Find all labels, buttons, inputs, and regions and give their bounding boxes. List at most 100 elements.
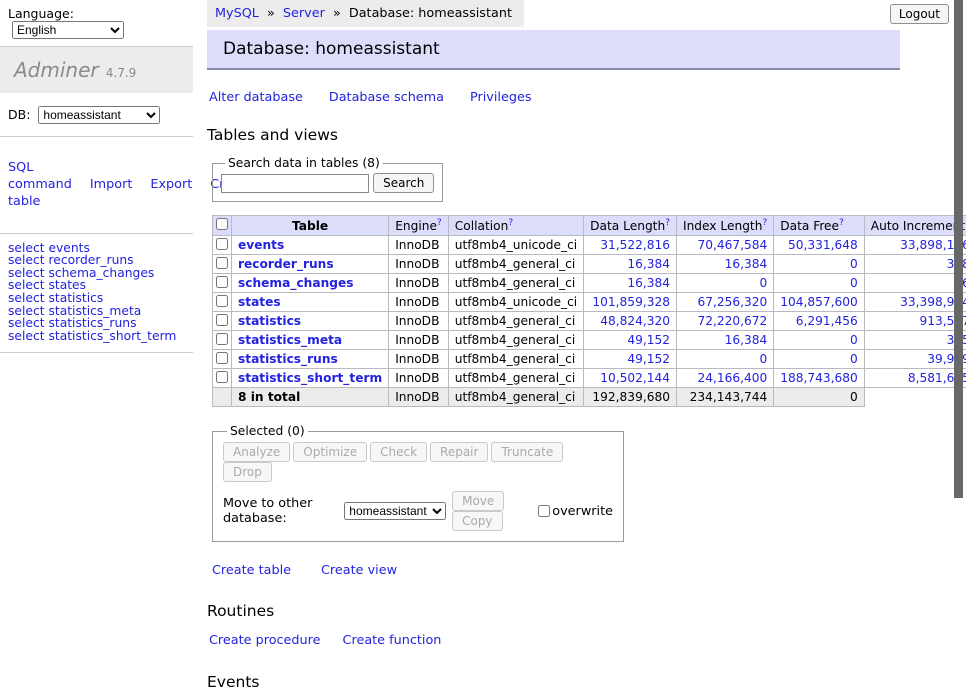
- data-length-link[interactable]: 48,824,320: [600, 314, 670, 328]
- breadcrumb-link-mysql[interactable]: MySQL: [215, 6, 259, 21]
- index-length-link[interactable]: 0: [759, 276, 767, 290]
- index-length-link[interactable]: 16,384: [725, 333, 768, 347]
- row-checkbox-schema-changes[interactable]: [216, 276, 228, 288]
- help-link[interactable]: ?: [762, 218, 767, 228]
- overwrite-checkbox[interactable]: [538, 505, 550, 517]
- table-name-link-schema-changes[interactable]: schema_changes: [238, 276, 353, 290]
- collation-cell: utf8mb4_general_ci: [448, 274, 583, 293]
- analyze-button: Analyze: [223, 442, 290, 462]
- data-free-link[interactable]: 0: [850, 333, 858, 347]
- collation-cell: utf8mb4_unicode_ci: [448, 293, 583, 312]
- table-name-link-statistics-meta[interactable]: statistics_meta: [238, 333, 342, 347]
- index-length-cell: 16,384: [676, 255, 773, 274]
- table-total-row: 8 in totalInnoDButf8mb4_general_ci192,83…: [213, 388, 966, 407]
- data-length-link[interactable]: 101,859,328: [592, 295, 670, 309]
- column-header-engine: Engine?: [389, 216, 449, 236]
- auto-increment-cell: 378: [864, 255, 966, 274]
- data-free-link[interactable]: 188,743,680: [780, 371, 858, 385]
- data-free-link[interactable]: 50,331,648: [788, 238, 858, 252]
- index-length-link[interactable]: 67,256,320: [697, 295, 767, 309]
- create-table-link[interactable]: Create table: [212, 563, 291, 578]
- table-row-recorder-runs: recorder_runsInnoDButf8mb4_general_ci16,…: [213, 255, 966, 274]
- row-checkbox-cell: [213, 236, 232, 255]
- sidebar-table-link-statistics-short-term[interactable]: statistics_short_term: [48, 329, 176, 343]
- sidebar-action-export[interactable]: Export: [150, 177, 192, 192]
- data-length-link[interactable]: 16,384: [627, 276, 670, 290]
- help-link[interactable]: ?: [508, 218, 513, 228]
- language-select[interactable]: English: [12, 21, 124, 39]
- index-length-link[interactable]: 24,166,400: [697, 371, 767, 385]
- db-select[interactable]: homeassistant: [38, 106, 160, 124]
- column-header-table: Table: [232, 216, 389, 236]
- select-all-header-cell: [213, 216, 232, 236]
- row-checkbox-statistics-short-term[interactable]: [216, 371, 228, 383]
- database-schema-link[interactable]: Database schema: [329, 90, 444, 105]
- index-length-link[interactable]: 0: [759, 352, 767, 366]
- logout-button[interactable]: Logout: [890, 4, 949, 24]
- row-checkbox-events[interactable]: [216, 238, 228, 250]
- data-free-link[interactable]: 0: [850, 276, 858, 290]
- create-function-link[interactable]: Create function: [343, 633, 442, 648]
- sidebar-select-link-statistics-short-term[interactable]: select: [8, 329, 45, 343]
- help-link[interactable]: ?: [839, 218, 844, 228]
- table-name-link-statistics-short-term[interactable]: statistics_short_term: [238, 371, 382, 385]
- row-checkbox-statistics[interactable]: [216, 314, 228, 326]
- index-length-cell: 0: [676, 350, 773, 369]
- page-title: Database: homeassistant: [207, 30, 900, 70]
- create-view-link[interactable]: Create view: [321, 563, 397, 578]
- breadcrumb-link-server[interactable]: Server: [283, 6, 325, 21]
- adminer-logo[interactable]: Adminer: [14, 58, 99, 82]
- auto-increment-cell: 39,999: [864, 350, 966, 369]
- data-free-link[interactable]: 0: [850, 257, 858, 271]
- data-free-link[interactable]: 104,857,600: [780, 295, 858, 309]
- data-length-link[interactable]: 10,502,144: [600, 371, 670, 385]
- table-row-statistics-short-term: statistics_short_termInnoDButf8mb4_gener…: [213, 369, 966, 388]
- scrollbar-thumb[interactable]: [954, 0, 963, 498]
- data-length-link[interactable]: 49,152: [627, 333, 670, 347]
- index-length-cell: 24,166,400: [676, 369, 773, 388]
- data-free-cell: 0: [774, 331, 865, 350]
- data-length-link[interactable]: 31,522,816: [600, 238, 670, 252]
- row-checkbox-states[interactable]: [216, 295, 228, 307]
- row-checkbox-statistics-runs[interactable]: [216, 352, 228, 364]
- total-index-length-cell: 234,143,744: [676, 388, 773, 407]
- privileges-link[interactable]: Privileges: [470, 90, 532, 105]
- collation-cell: utf8mb4_general_ci: [448, 369, 583, 388]
- data-length-link[interactable]: 16,384: [627, 257, 670, 271]
- search-input[interactable]: [221, 174, 369, 193]
- alter-database-link[interactable]: Alter database: [209, 90, 303, 105]
- row-checkbox-statistics-meta[interactable]: [216, 333, 228, 345]
- sidebar-action-sql-command[interactable]: SQL command: [8, 160, 72, 192]
- data-free-cell: 188,743,680: [774, 369, 865, 388]
- table-name-link-statistics-runs[interactable]: statistics_runs: [238, 352, 338, 366]
- data-free-link[interactable]: 0: [850, 352, 858, 366]
- index-length-link[interactable]: 16,384: [725, 257, 768, 271]
- data-free-cell: 0: [774, 350, 865, 369]
- events-section-title: Events: [207, 673, 907, 691]
- table-name-link-events[interactable]: events: [238, 238, 284, 252]
- overwrite-label: overwrite: [552, 504, 613, 519]
- table-body: eventsInnoDButf8mb4_unicode_ci31,522,816…: [213, 236, 966, 388]
- search-button[interactable]: Search: [373, 173, 434, 193]
- index-length-link[interactable]: 70,467,584: [697, 238, 767, 252]
- data-length-link[interactable]: 49,152: [627, 352, 670, 366]
- sidebar-action-import[interactable]: Import: [90, 177, 132, 192]
- routines-links: Create procedure Create function: [209, 633, 907, 648]
- collation-cell: utf8mb4_general_ci: [448, 312, 583, 331]
- move-db-select[interactable]: homeassistant: [344, 502, 446, 520]
- select-all-checkbox[interactable]: [216, 218, 228, 230]
- table-name-cell: statistics_runs: [232, 350, 389, 369]
- copy-button: Copy: [452, 511, 502, 531]
- help-link[interactable]: ?: [665, 218, 670, 228]
- table-name-link-statistics[interactable]: statistics: [238, 314, 301, 328]
- table-name-link-recorder-runs[interactable]: recorder_runs: [238, 257, 334, 271]
- auto-increment-cell: 33,398,984: [864, 293, 966, 312]
- table-name-link-states[interactable]: states: [238, 295, 281, 309]
- help-link[interactable]: ?: [437, 218, 442, 228]
- database-action-links: Alter database Database schema Privileges: [209, 90, 907, 105]
- index-length-link[interactable]: 72,220,672: [697, 314, 767, 328]
- row-checkbox-cell: [213, 293, 232, 312]
- create-procedure-link[interactable]: Create procedure: [209, 633, 321, 648]
- row-checkbox-recorder-runs[interactable]: [216, 257, 228, 269]
- data-free-link[interactable]: 6,291,456: [796, 314, 858, 328]
